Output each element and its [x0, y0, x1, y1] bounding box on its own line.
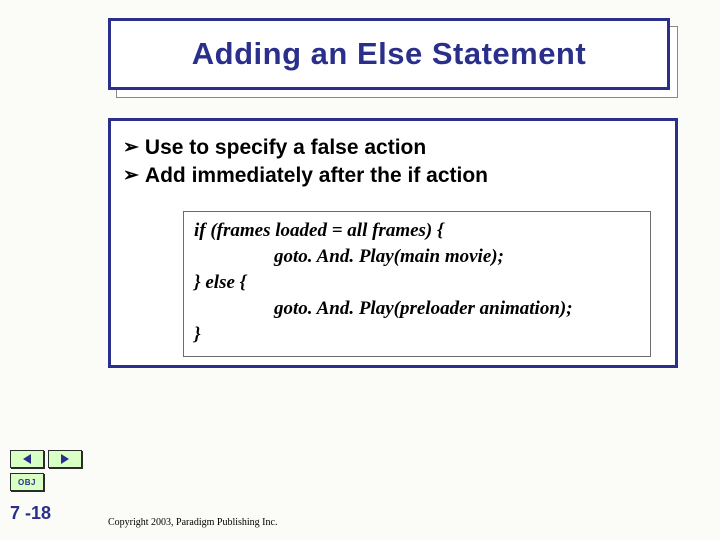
code-box: if (frames loaded = all frames) { goto. …	[183, 211, 651, 357]
nav-corner: OBJ 7 -18	[10, 450, 82, 525]
bullet-text: Use to specify a false action	[145, 135, 426, 161]
bullet-list: ➢ Use to specify a false action ➢ Add im…	[123, 135, 659, 189]
triangle-left-icon	[23, 454, 31, 464]
slide: Adding an Else Statement ➢ Use to specif…	[0, 0, 720, 540]
slide-title: Adding an Else Statement	[192, 36, 586, 72]
page-number: 7 -18	[10, 503, 82, 524]
code-line: }	[194, 322, 640, 348]
title-container: Adding an Else Statement	[108, 18, 678, 96]
nav-row	[10, 450, 82, 468]
next-button[interactable]	[48, 450, 82, 468]
code-line: if (frames loaded = all frames) {	[194, 218, 640, 244]
prev-button[interactable]	[10, 450, 44, 468]
bullet-arrow-icon: ➢	[123, 135, 139, 161]
obj-label: OBJ	[18, 478, 36, 487]
list-item: ➢ Use to specify a false action	[123, 135, 659, 161]
obj-button[interactable]: OBJ	[10, 473, 44, 491]
code-line: } else {	[194, 270, 640, 296]
list-item: ➢ Add immediately after the if action	[123, 163, 659, 189]
copyright-text: Copyright 2003, Paradigm Publishing Inc.	[108, 517, 277, 528]
bullet-text: Add immediately after the if action	[145, 163, 488, 189]
bullet-arrow-icon: ➢	[123, 163, 139, 189]
code-line: goto. And. Play(main movie);	[194, 244, 640, 270]
code-line: goto. And. Play(preloader animation);	[194, 296, 640, 322]
triangle-right-icon	[61, 454, 69, 464]
content-box: ➢ Use to specify a false action ➢ Add im…	[108, 118, 678, 368]
title-box: Adding an Else Statement	[108, 18, 670, 90]
